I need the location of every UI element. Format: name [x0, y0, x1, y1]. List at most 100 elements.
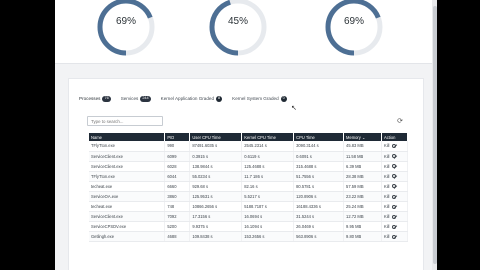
- scrollbar-thumb[interactable]: [432, 6, 437, 264]
- kill-button[interactable]: Kill: [384, 164, 389, 169]
- tab-label: Services: [120, 96, 139, 102]
- stop-icon[interactable]: [392, 164, 397, 169]
- cell-name: Getlingh.exe: [89, 231, 166, 243]
- count-badge: 244: [140, 96, 151, 102]
- cell-memory: 9.80 MB: [343, 231, 382, 243]
- cell-name: techeat.exe: [89, 181, 166, 192]
- cell-user-cpu: 17.3156 s: [189, 211, 243, 223]
- cell-action: Kill: [381, 201, 409, 213]
- task-manager-page: 69% 45% 69% Processes 76 Services 244 Ke…: [55, 0, 437, 270]
- kill-button[interactable]: Kill: [384, 184, 389, 189]
- process-panel: Processes 76 Services 244 Kernel Applica…: [68, 78, 424, 270]
- stop-icon[interactable]: [392, 143, 397, 148]
- stop-icon[interactable]: [392, 154, 397, 159]
- cell-cpu-time: 80.5781 s: [293, 181, 345, 192]
- cell-memory: 12.72 MB: [343, 211, 382, 223]
- cell-name: ServiceCPSDV.exe: [89, 221, 166, 233]
- table-row[interactable]: ServiceCPSDV.exe 5200 9.9375 s 16.1094 s 26.…: [89, 221, 409, 233]
- table-row[interactable]: ServiceClient.exe 7092 17.3156 s 16.0694 s3…: [89, 211, 409, 223]
- cell-pid: 6660: [164, 181, 191, 192]
- cell-cpu-time: 563.8906 s: [293, 231, 345, 243]
- column-header-cpu-time[interactable]: CPU Time: [293, 133, 345, 141]
- tab-kernel-system[interactable]: Kernel System Graded 0: [232, 96, 287, 102]
- column-header-memory[interactable]: Memory ⌄: [343, 133, 382, 141]
- cell-action: Kill: [381, 141, 409, 152]
- cell-kernel-cpu: 153.2656 s: [241, 231, 295, 243]
- tab-bar: Processes 76 Services 244 Kernel Applica…: [79, 93, 287, 105]
- gauge-ring: [325, 0, 383, 56]
- column-header-label: Memory: [346, 134, 361, 140]
- memory-gauge: 45%: [207, 0, 269, 58]
- page-scrollbar[interactable]: [432, 0, 437, 270]
- stop-icon[interactable]: [392, 224, 397, 229]
- cell-kernel-cpu: 5.5217 s: [241, 191, 295, 203]
- stop-icon[interactable]: [392, 234, 397, 239]
- kill-button[interactable]: Kill: [384, 204, 389, 209]
- table-row[interactable]: ServiceClient.exe 6028 138.9844 s 125.4688 …: [89, 161, 409, 172]
- cell-pid: 5200: [164, 221, 191, 233]
- cell-kernel-cpu: 82.16 s: [241, 181, 295, 192]
- cell-action: Kill: [381, 191, 409, 203]
- cell-pid: 748: [164, 201, 191, 213]
- table-row[interactable]: ServiceClient.exe 6099 0.3915 s 0.6119 s 0.6…: [89, 151, 409, 162]
- cell-cpu-time: 51.7556 s: [293, 171, 345, 182]
- toolbar: ⟳: [87, 116, 409, 127]
- tab-kernel-application[interactable]: Kernel Application Graded 8: [161, 96, 223, 102]
- kill-button[interactable]: Kill: [384, 234, 389, 239]
- cell-name: ServiceClient.exe: [89, 161, 166, 172]
- mouse-pointer-icon: ↖: [291, 105, 297, 112]
- gauge-ring: [209, 0, 267, 56]
- stop-icon[interactable]: [392, 184, 397, 189]
- sort-chevron-icon: ⌄: [361, 134, 366, 140]
- kill-button[interactable]: Kill: [384, 224, 389, 229]
- kill-button[interactable]: Kill: [384, 174, 389, 179]
- kill-button[interactable]: Kill: [384, 143, 389, 148]
- cpu-gauge: 69%: [95, 0, 157, 58]
- column-header-name[interactable]: Name: [89, 133, 166, 141]
- tab-label: Processes: [79, 96, 101, 102]
- table-row[interactable]: TFlyTton.exe 990 87491.6035 s 2545.2314 s 30…: [89, 141, 409, 152]
- cell-name: techeat.exe: [89, 201, 166, 213]
- column-header-kernel-cpu[interactable]: Kernel CPU Time: [241, 133, 295, 141]
- letterbox-right: [437, 0, 480, 270]
- cell-name: ServiceClient.exe: [89, 151, 166, 162]
- stop-icon[interactable]: [392, 194, 397, 199]
- cell-cpu-time: 26.0469 s: [293, 221, 345, 233]
- table-row[interactable]: Getlingh.exe 4688 109.8438 s 153.2656 s 563.…: [89, 231, 409, 243]
- kill-button[interactable]: Kill: [384, 194, 389, 199]
- kill-button[interactable]: Kill: [384, 154, 389, 159]
- cell-memory: 11.58 MB: [343, 151, 382, 162]
- kill-button[interactable]: Kill: [384, 214, 389, 219]
- column-header-pid[interactable]: PID: [164, 133, 191, 141]
- stop-icon[interactable]: [392, 204, 397, 209]
- cell-cpu-time: 31.5244 s: [293, 211, 345, 223]
- tab-processes[interactable]: Processes 76: [79, 96, 111, 102]
- cell-action: Kill: [381, 221, 409, 233]
- cell-memory: 23.22 MB: [343, 191, 382, 203]
- cell-pid: 3860: [164, 191, 191, 203]
- cell-memory: 6.39 MB: [343, 161, 382, 172]
- cell-action: Kill: [381, 181, 409, 192]
- cell-pid: 6044: [164, 171, 191, 182]
- cell-user-cpu: 55.0234 s: [189, 171, 243, 182]
- tab-services[interactable]: Services 244: [121, 96, 151, 102]
- cell-user-cpu: 9.9375 s: [189, 221, 243, 233]
- table-row[interactable]: ServiceOA.exe 3860 125.9531 s 5.5217 s 120.8…: [89, 191, 409, 203]
- cell-kernel-cpu: 125.4688 s: [241, 161, 295, 172]
- table-row[interactable]: TFlyTton.exe 6044 55.0234 s 11.7 186 s 51.75…: [89, 171, 409, 182]
- column-header-action: Action: [381, 133, 409, 141]
- gauge-value: 45%: [227, 16, 248, 27]
- gauge-value: 69%: [343, 16, 364, 27]
- stop-icon[interactable]: [392, 214, 397, 219]
- cell-user-cpu: 10866.2656 s: [189, 201, 243, 213]
- column-header-user-cpu[interactable]: User CPU Time: [189, 133, 243, 141]
- search-input[interactable]: [87, 116, 163, 126]
- cell-pid: 4688: [164, 231, 191, 243]
- table-row[interactable]: techeat.exe 748 10866.2656 s 5188.7187 s 161…: [89, 201, 409, 213]
- table-row[interactable]: techeat.exe 6660 929.68 s 82.16 s 80.5781 s5…: [89, 181, 409, 192]
- stop-icon[interactable]: [392, 174, 397, 179]
- cell-action: Kill: [381, 171, 409, 182]
- cell-name: TFlyTton.exe: [89, 171, 166, 182]
- refresh-icon[interactable]: ⟳: [397, 117, 403, 125]
- cell-user-cpu: 929.68 s: [189, 181, 243, 192]
